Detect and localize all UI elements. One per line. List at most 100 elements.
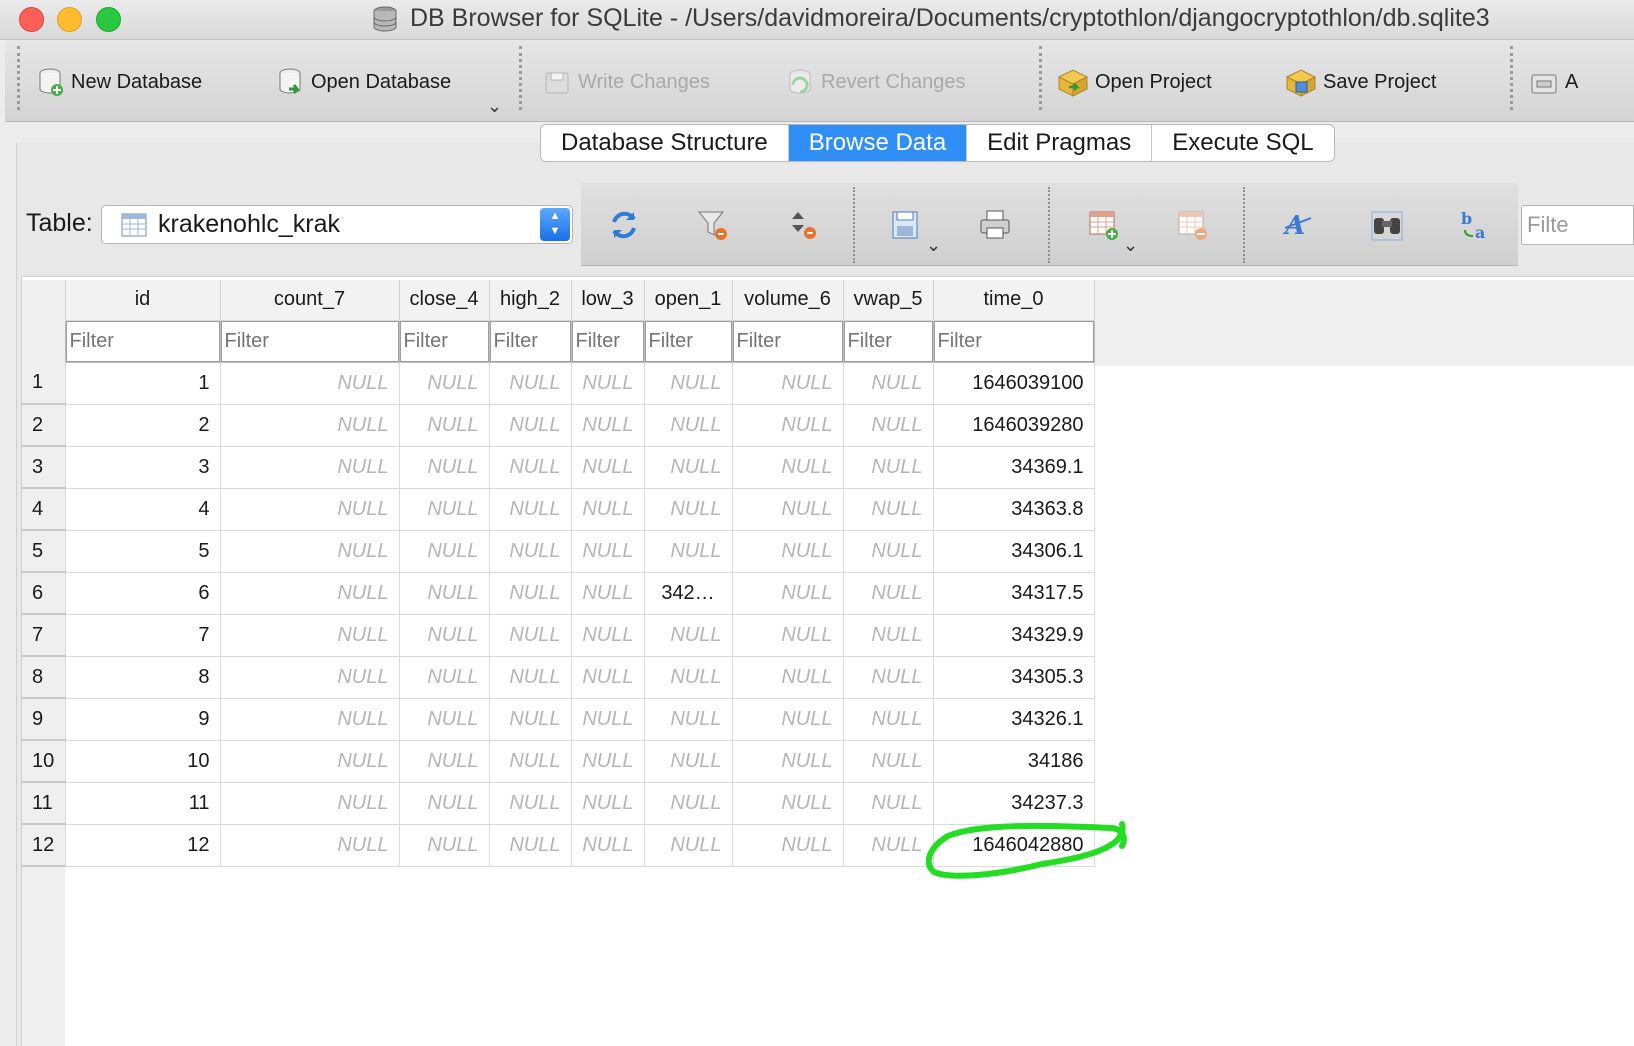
table-cell[interactable]: NULL [570,571,645,615]
table-cell[interactable]: 1646039100 [932,361,1095,405]
table-cell[interactable]: NULL [488,823,572,867]
table-cell[interactable]: 34369.1 [932,445,1095,489]
table-cell[interactable]: 5 [64,529,221,573]
table-cell[interactable]: NULL [398,613,490,657]
save-table-icon[interactable] [889,208,923,242]
column-header-id[interactable]: id [64,280,221,321]
table-cell[interactable]: NULL [643,697,733,741]
table-cell[interactable]: NULL [731,697,844,741]
table-cell[interactable]: NULL [398,655,490,699]
table-cell[interactable]: NULL [219,445,400,489]
table-row[interactable]: 8 8 NULL NULL NULL NULL NULL NULL NULL 34305.3 [22,655,1095,699]
table-cell[interactable]: NULL [570,487,645,531]
row-number[interactable]: 5 [22,530,65,573]
table-cell[interactable]: NULL [842,781,934,825]
tab-database-structure[interactable]: Database Structure [541,125,789,161]
table-cell[interactable]: NULL [488,403,572,447]
row-number[interactable]: 12 [22,824,65,867]
table-cell[interactable]: 6 [64,571,221,615]
chevron-down-icon[interactable]: ⌄ [1123,235,1138,256]
table-cell[interactable]: NULL [731,361,844,405]
table-select[interactable]: krakenohlc_krak ▲ ▼ [101,205,573,244]
corner-cell[interactable] [22,280,65,320]
table-cell[interactable]: NULL [219,487,400,531]
table-row[interactable]: 4 4 NULL NULL NULL NULL NULL NULL NULL 34363.8 [22,487,1095,531]
table-cell[interactable]: 34186 [932,739,1095,783]
print-icon[interactable] [978,208,1012,242]
clear-sorting-icon[interactable] [786,208,820,242]
table-cell[interactable]: NULL [398,487,490,531]
table-cell[interactable]: NULL [842,403,934,447]
attach-database-button[interactable]: A [1529,64,1578,100]
table-cell[interactable]: NULL [219,697,400,741]
table-cell[interactable]: 3 [64,445,221,489]
table-cell[interactable]: 12 [64,823,221,867]
filter-search-input[interactable]: Filte [1521,205,1634,245]
table-row[interactable]: 10 10 NULL NULL NULL NULL NULL NULL NULL 34186 [22,739,1095,783]
table-cell[interactable]: NULL [570,697,645,741]
table-cell[interactable]: NULL [570,613,645,657]
column-header-count-7[interactable]: count_7 [219,280,400,321]
table-cell[interactable]: NULL [643,823,733,867]
table-cell[interactable]: NULL [842,445,934,489]
table-cell[interactable]: NULL [731,487,844,531]
column-filter-input[interactable] [844,321,932,361]
column-header-time-0[interactable]: time_0 [932,280,1095,321]
table-cell[interactable]: 342… [643,571,733,615]
table-cell[interactable]: NULL [398,403,490,447]
table-cell[interactable]: NULL [488,655,572,699]
column-header-close-4[interactable]: close_4 [398,280,490,321]
table-cell[interactable]: NULL [643,739,733,783]
table-cell[interactable]: NULL [842,823,934,867]
table-cell[interactable]: NULL [398,823,490,867]
find-replace-icon[interactable]: b a [1459,208,1493,242]
row-number[interactable]: 4 [22,488,65,531]
table-cell[interactable]: NULL [842,361,934,405]
table-cell[interactable]: NULL [643,403,733,447]
row-number[interactable]: 1 [22,362,65,405]
table-cell[interactable]: NULL [398,529,490,573]
table-cell[interactable]: NULL [488,613,572,657]
row-number[interactable]: 3 [22,446,65,489]
table-cell[interactable]: 10 [64,739,221,783]
table-cell[interactable]: 34237.3 [932,781,1095,825]
find-text-icon[interactable]: A [1281,208,1315,242]
table-cell[interactable]: 1646039280 [932,403,1095,447]
table-cell[interactable]: NULL [842,571,934,615]
row-number[interactable]: 2 [22,404,65,447]
table-row[interactable]: 9 9 NULL NULL NULL NULL NULL NULL NULL 34326.1 [22,697,1095,741]
chevron-down-icon[interactable]: ⌄ [487,96,502,117]
chevron-down-icon[interactable]: ⌄ [926,235,941,256]
table-cell[interactable]: NULL [219,361,400,405]
table-cell[interactable]: NULL [398,781,490,825]
table-cell[interactable]: NULL [398,445,490,489]
column-header-volume-6[interactable]: volume_6 [731,280,844,321]
table-cell[interactable]: 7 [64,613,221,657]
table-cell[interactable]: NULL [398,697,490,741]
table-cell[interactable]: NULL [488,697,572,741]
row-number[interactable]: 7 [22,614,65,657]
table-cell[interactable]: NULL [488,487,572,531]
table-cell[interactable]: NULL [219,823,400,867]
column-filter-input[interactable] [572,321,643,361]
table-cell[interactable]: NULL [219,571,400,615]
table-cell[interactable]: NULL [643,655,733,699]
table-cell[interactable]: NULL [842,655,934,699]
table-row[interactable]: 3 3 NULL NULL NULL NULL NULL NULL NULL 34369.1 [22,445,1095,489]
table-cell[interactable]: NULL [488,739,572,783]
clear-filters-icon[interactable] [696,208,730,242]
table-cell[interactable]: 8 [64,655,221,699]
table-cell[interactable]: NULL [842,613,934,657]
open-project-button[interactable]: Open Project [1057,64,1212,100]
row-number[interactable]: 6 [22,572,65,615]
table-cell[interactable]: NULL [488,781,572,825]
table-cell[interactable]: 1 [64,361,221,405]
table-cell[interactable]: NULL [731,445,844,489]
table-row[interactable]: 7 7 NULL NULL NULL NULL NULL NULL NULL 34329.9 [22,613,1095,657]
table-cell[interactable]: NULL [488,529,572,573]
column-filter-input[interactable] [733,321,842,361]
table-cell[interactable]: NULL [570,739,645,783]
table-cell[interactable]: NULL [570,655,645,699]
row-number[interactable]: 11 [22,782,65,825]
select-stepper-icon[interactable]: ▲ ▼ [540,208,570,241]
